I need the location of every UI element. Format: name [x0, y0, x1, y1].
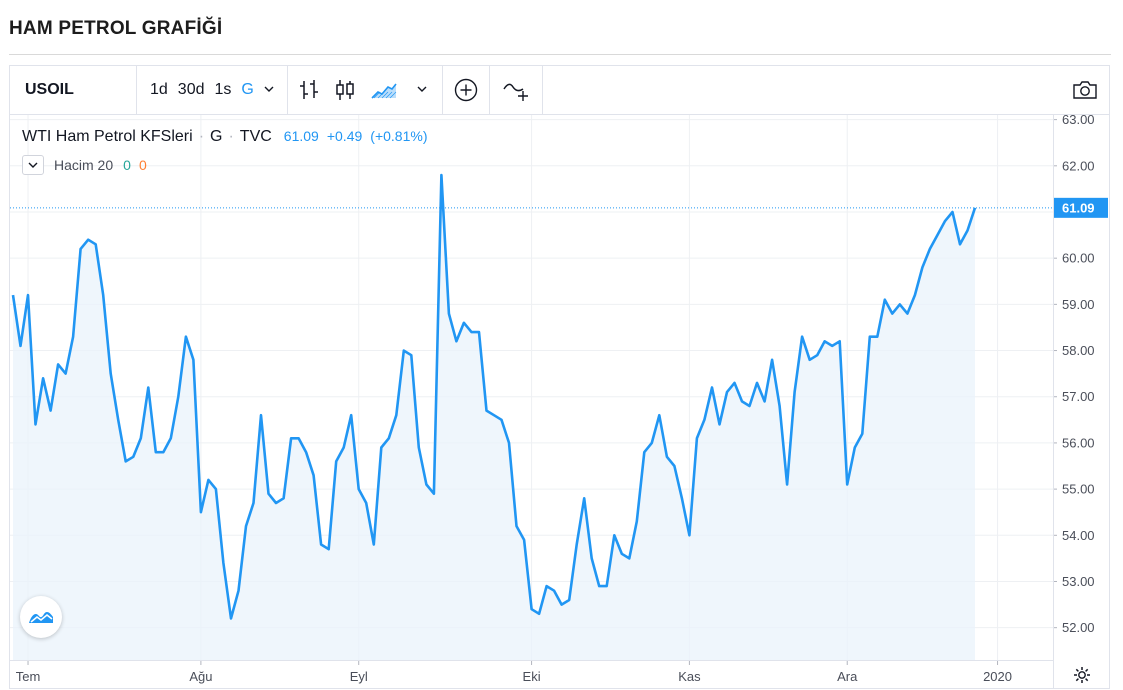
y-tick-label: 54.00 [1062, 528, 1095, 543]
y-tick-label: 57.00 [1062, 389, 1095, 404]
x-tick-label: Ara [837, 669, 858, 684]
chart-style-chevron-icon[interactable] [412, 82, 432, 98]
chevron-down-icon [28, 162, 38, 168]
chart-style-group [288, 66, 443, 114]
price-area-fill [13, 175, 975, 660]
y-tick-label: 63.00 [1062, 115, 1095, 127]
camera-icon [1073, 81, 1097, 99]
x-tick-label: 2020 [983, 669, 1012, 684]
symbol-search-button[interactable]: USOIL [10, 66, 137, 114]
y-tick-label: 59.00 [1062, 297, 1095, 312]
chevron-down-icon[interactable] [259, 82, 279, 98]
y-tick-label: 53.00 [1062, 574, 1095, 589]
interval-group: 1d 30d 1s G [137, 66, 288, 114]
x-tick-label: Kas [678, 669, 701, 684]
last-price-badge-label: 61.09 [1062, 200, 1095, 215]
series-legend: WTI Ham Petrol KFSleri · G · TVC 61.09 +… [22, 128, 427, 146]
candlestick-icon[interactable] [334, 78, 356, 102]
page-title: HAM PETROL GRAFİĞİ [9, 18, 223, 39]
x-tick-label: Tem [16, 669, 41, 684]
y-tick-label: 58.00 [1062, 343, 1095, 358]
volume-label: Hacim 20 [54, 157, 114, 173]
interval-1s-button[interactable]: 1s [210, 81, 237, 99]
bar-chart-icon[interactable] [298, 78, 320, 102]
title-divider [9, 54, 1111, 55]
interval-30d-button[interactable]: 30d [173, 81, 210, 99]
legend-change: +0.49 [326, 128, 363, 144]
area-chart-icon[interactable] [370, 78, 398, 102]
y-tick-label: 60.00 [1062, 251, 1095, 266]
price-axis: 52.00 53.00 54.00 55.00 56.00 57.00 58.00 59.00… [1053, 115, 1095, 635]
x-tick-label: Ağu [189, 669, 212, 684]
legend-change-percent: (+0.81%) [370, 128, 428, 144]
add-indicator-icon [454, 78, 478, 102]
compare-button[interactable] [490, 66, 543, 114]
chart-widget: USOIL 1d 30d 1s G 52.00 53.00 54.00 55.0… [9, 65, 1110, 689]
chart-settings-button[interactable] [1072, 665, 1092, 690]
chart-toolbar: USOIL 1d 30d 1s G [10, 66, 1109, 115]
interval-g-button[interactable]: G [236, 81, 258, 99]
legend-exchange: TVC [239, 128, 272, 145]
time-axis-divider [10, 660, 1053, 661]
x-tick-label: Eyl [350, 669, 368, 684]
add-indicator-button[interactable] [443, 66, 490, 114]
last-price-badge: 61.09 [1054, 197, 1108, 218]
legend-dot: · [228, 128, 234, 145]
price-axis-divider [1053, 115, 1054, 689]
legend-interval: G [210, 128, 223, 145]
legend-dot: · [198, 128, 205, 145]
volume-legend: Hacim 20 0 0 [22, 155, 147, 175]
y-tick-label: 55.00 [1062, 482, 1095, 497]
interval-1d-button[interactable]: 1d [145, 81, 173, 99]
y-tick-label: 52.00 [1062, 620, 1095, 635]
x-tick-label: Eki [523, 669, 541, 684]
y-tick-label: 56.00 [1062, 435, 1095, 450]
volume-value-up: 0 [123, 157, 131, 173]
legend-price: 61.09 [283, 128, 319, 144]
legend-symbol-name: WTI Ham Petrol KFSleri [22, 128, 193, 145]
y-tick-label: 62.00 [1062, 158, 1095, 173]
time-axis: Tem Ağu Eyl Eki Kas Ara 2020 [16, 660, 1012, 684]
volume-value-down: 0 [138, 157, 147, 173]
tradingview-logo[interactable] [20, 596, 62, 638]
legend-toggle-button[interactable] [22, 155, 44, 175]
price-chart[interactable]: 52.00 53.00 54.00 55.00 56.00 57.00 58.00 59.00… [10, 115, 1109, 688]
gear-icon [1074, 667, 1090, 683]
snapshot-button[interactable] [1071, 78, 1099, 107]
compare-icon [503, 83, 528, 101]
tradingview-logo-icon [29, 612, 53, 623]
